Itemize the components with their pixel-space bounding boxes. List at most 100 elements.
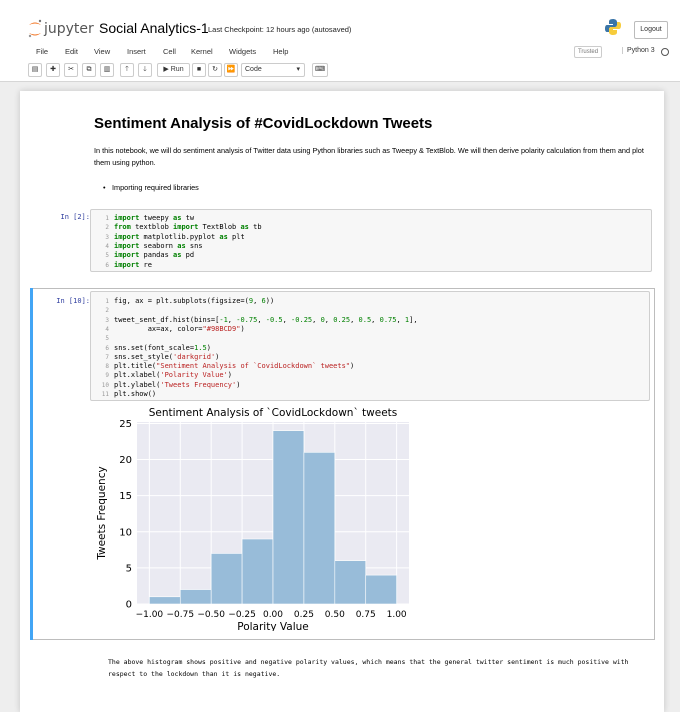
code-text: ax=ax, color="#98BCD9")	[114, 324, 245, 333]
histogram-bar	[210, 553, 243, 605]
menu-insert[interactable]: Insert	[127, 47, 146, 56]
kernel-idle-icon	[661, 48, 669, 56]
run-label: Run	[170, 66, 184, 73]
line-number: 5	[105, 335, 109, 343]
menu-view[interactable]: View	[94, 47, 110, 56]
histogram-bar	[149, 596, 181, 605]
x-tick-label: 0.00	[263, 610, 283, 620]
code-text: fig, ax = plt.subplots(figsize=(9, 6))	[114, 297, 275, 305]
arrow-up-icon: 🡑	[125, 66, 129, 73]
histogram-chart: 0 5 10 15 20 25 −1.00 −0.75 −0.50 −0.25 0.00 0.25 0.…	[96, 407, 409, 631]
code-cell-plot[interactable]: 1 fig, ax = plt.subplots(figsize=(9, 6)) 2…	[90, 291, 650, 401]
restart-icon: ↻	[212, 66, 218, 73]
histogram-bar	[272, 430, 305, 605]
x-axis-label: Polarity Value	[237, 621, 308, 631]
line-number: 2	[105, 224, 109, 232]
copy-button[interactable]: ⧉	[82, 63, 96, 77]
kernel-name[interactable]: Python 3	[622, 47, 655, 54]
move-up-button[interactable]: 🡑	[120, 63, 134, 77]
code-text: plt.show()	[114, 390, 157, 398]
selected-cell-indicator	[30, 288, 33, 640]
toolbar: ▤ ✚ ✂ ⧉ ▥ 🡑 🡓 ▶ Run ■ ↻ ⏩ Code ▾ ⌨	[0, 63, 680, 79]
restart-run-all-button[interactable]: ⏩	[224, 63, 238, 77]
x-tick-label: −0.75	[166, 610, 194, 620]
histogram-bar	[303, 452, 336, 605]
x-tick-label: 0.75	[356, 610, 376, 620]
line-number: 1	[105, 298, 109, 305]
checkpoint-status: Last Checkpoint: 12 hours ago (autosaved…	[208, 25, 352, 34]
histogram-bar	[365, 574, 397, 605]
line-number: 3	[105, 316, 109, 324]
x-tick-label: 1.00	[387, 610, 407, 620]
y-tick-label: 20	[119, 455, 132, 466]
menu-edit[interactable]: Edit	[65, 47, 78, 56]
logout-button[interactable]: Logout	[634, 21, 668, 39]
code-text: sns.set(font_scale=1.5)	[114, 343, 211, 352]
code-text: sns.set_style('darkgrid')	[114, 352, 220, 361]
intro-paragraph: In this notebook, we will do sentiment a…	[94, 146, 644, 167]
line-number: 6	[105, 344, 109, 352]
code-cell-imports[interactable]: 1 import tweepy as tw 2 from textblob impor…	[90, 209, 652, 272]
stop-icon: ■	[196, 66, 202, 73]
arrow-down-icon: 🡓	[143, 66, 147, 73]
line-number: 8	[105, 363, 109, 371]
interrupt-button[interactable]: ■	[192, 63, 206, 77]
move-down-button[interactable]: 🡓	[138, 63, 152, 77]
cut-button[interactable]: ✂	[64, 63, 78, 77]
code-text: tweet_sent_df.hist(bins=[-1, -0.75, -0.5…	[114, 315, 418, 324]
menu-help[interactable]: Help	[273, 47, 288, 56]
python-logo-icon	[605, 19, 621, 35]
line-number: 1	[105, 215, 109, 222]
code-text: import pandas as pd	[114, 251, 195, 260]
jupyter-logo-text: jupyter	[44, 21, 94, 37]
line-number: 4	[105, 242, 109, 250]
chevron-down-icon: ▾	[296, 66, 300, 73]
insert-cell-button[interactable]: ✚	[46, 63, 60, 77]
conclusion-paragraph: The above histogram shows positive and n…	[108, 658, 629, 678]
y-tick-label: 0	[126, 600, 132, 611]
jupyter-logo[interactable]: jupyter	[28, 18, 94, 40]
save-icon: ▤	[31, 66, 39, 73]
cell-type-select[interactable]: Code ▾	[241, 63, 305, 77]
cell-prompt-1: In [2]:	[60, 213, 90, 221]
line-number: 7	[105, 353, 109, 361]
menu-kernel[interactable]: Kernel	[191, 47, 213, 56]
code-text: import matplotlib.pyplot as plt	[114, 232, 245, 241]
notebook-container: Sentiment Analysis of #CovidLockdown Twe…	[20, 91, 664, 712]
menu-cell[interactable]: Cell	[163, 47, 176, 56]
paste-button[interactable]: ▥	[100, 63, 114, 77]
menu-widgets[interactable]: Widgets	[229, 47, 256, 56]
chart-title: Sentiment Analysis of `CovidLockdown` tw…	[149, 407, 398, 419]
notebook-title: Sentiment Analysis of #CovidLockdown Twe…	[94, 115, 433, 132]
code-text: from textblob import TextBlob as tb	[114, 223, 262, 232]
x-tick-label: −0.25	[228, 610, 256, 620]
histogram-bar	[179, 589, 212, 605]
line-number: 9	[105, 372, 109, 380]
cell-type-value: Code	[245, 66, 262, 73]
line-number: 11	[101, 391, 109, 398]
trusted-indicator[interactable]: Trusted	[574, 46, 602, 58]
code-text: import tweepy as tw	[114, 214, 195, 222]
scissors-icon: ✂	[68, 66, 74, 73]
code-text: plt.xlabel('Polarity Value')	[114, 371, 233, 380]
save-button[interactable]: ▤	[28, 63, 42, 77]
notebook-header: jupyter Social Analytics-1 Last Checkpoi…	[0, 0, 680, 82]
x-tick-label: −0.50	[197, 610, 225, 620]
x-tick-label: 0.50	[325, 610, 345, 620]
run-button[interactable]: ▶ Run	[157, 63, 190, 77]
x-tick-label: −1.00	[136, 610, 164, 620]
code-text: import seaborn as sns	[114, 241, 203, 250]
menu-file[interactable]: File	[36, 47, 48, 56]
line-number: 5	[105, 252, 109, 260]
restart-button[interactable]: ↻	[208, 63, 222, 77]
play-icon: ▶	[163, 66, 169, 73]
x-tick-label: 0.25	[294, 610, 314, 620]
y-axis-label: Tweets Frequency	[96, 466, 108, 560]
command-palette-button[interactable]: ⌨	[312, 63, 328, 77]
cell-prompt-2: In [10]:	[56, 297, 90, 305]
bullet-item: Importing required libraries	[103, 183, 199, 192]
code-text: plt.title("Sentiment Analysis of `CovidL…	[114, 362, 355, 371]
paste-icon: ▥	[103, 66, 111, 73]
notebook-name[interactable]: Social Analytics-1	[99, 20, 209, 36]
line-number: 6	[105, 261, 109, 269]
